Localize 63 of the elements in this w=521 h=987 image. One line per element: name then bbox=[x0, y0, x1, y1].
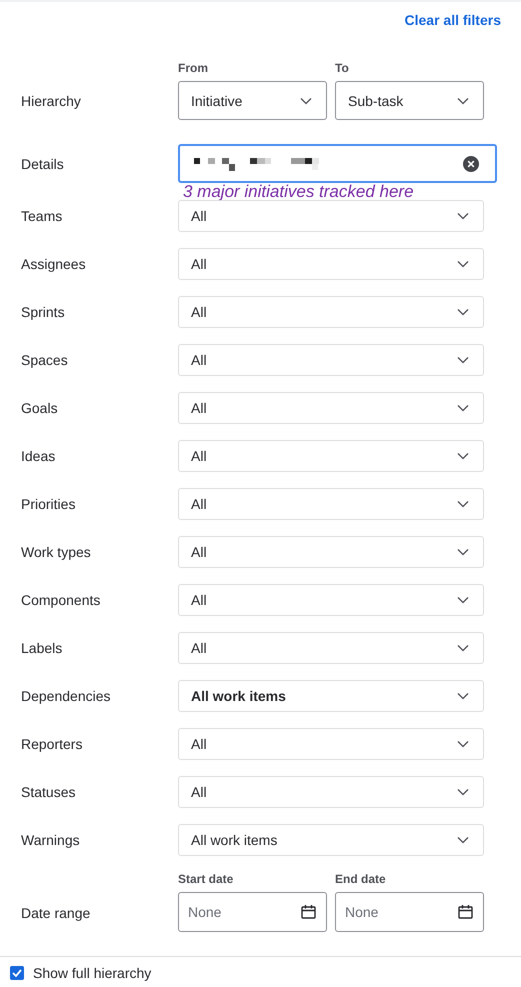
field-caption: End date bbox=[335, 872, 387, 886]
field-label: Teams bbox=[21, 208, 64, 224]
field-caption: Start date bbox=[178, 872, 234, 886]
chevron-down-icon bbox=[457, 548, 469, 556]
chevron-down-icon bbox=[457, 452, 469, 460]
chevron-down-icon bbox=[300, 96, 312, 104]
field-label: Priorities bbox=[21, 496, 76, 512]
date-field[interactable]: None bbox=[335, 892, 484, 932]
calendar-icon bbox=[458, 904, 473, 919]
clear-icon[interactable] bbox=[463, 156, 479, 172]
chevron-down-icon bbox=[457, 212, 469, 220]
chevron-down-icon bbox=[457, 404, 469, 412]
filter-select[interactable]: All bbox=[178, 728, 484, 760]
field-label: Labels bbox=[21, 640, 64, 656]
field-label: Reporters bbox=[21, 736, 84, 752]
filter-select[interactable]: All bbox=[178, 776, 484, 808]
field-caption: To bbox=[335, 61, 350, 75]
chevron-down-icon bbox=[457, 96, 469, 104]
checkbox-label: Show full hierarchy bbox=[33, 965, 152, 981]
field-label: Statuses bbox=[21, 784, 76, 800]
chevron-down-icon bbox=[457, 308, 469, 316]
annotation-note: 3 major initiatives tracked here bbox=[183, 182, 414, 201]
filter-select[interactable]: All bbox=[178, 296, 484, 328]
hierarchy-select[interactable]: Initiative bbox=[178, 81, 327, 120]
filter-select[interactable]: All bbox=[178, 440, 484, 472]
field-label: Work types bbox=[21, 544, 92, 560]
field-label: Details bbox=[21, 156, 65, 172]
field-label: Spaces bbox=[21, 352, 69, 368]
chevron-down-icon bbox=[457, 356, 469, 364]
field-label: Date range bbox=[21, 905, 92, 921]
filter-select[interactable]: All bbox=[178, 632, 484, 664]
filter-select[interactable]: All bbox=[178, 584, 484, 616]
chevron-down-icon bbox=[457, 836, 469, 844]
date-field[interactable]: None bbox=[178, 892, 327, 932]
filter-select[interactable]: All bbox=[178, 488, 484, 520]
filter-select[interactable]: All bbox=[178, 344, 484, 376]
checkbox[interactable] bbox=[10, 966, 24, 980]
filter-select[interactable]: All bbox=[178, 536, 484, 568]
filter-select[interactable]: All work items bbox=[178, 680, 484, 712]
field-label: Dependencies bbox=[21, 688, 112, 704]
field-label: Hierarchy bbox=[21, 93, 82, 109]
filter-select[interactable]: All work items bbox=[178, 824, 484, 856]
clear-filters-link[interactable]: Clear all filters bbox=[404, 12, 501, 41]
calendar-icon bbox=[301, 904, 316, 919]
details-field[interactable] bbox=[178, 144, 497, 183]
filter-select[interactable]: All bbox=[178, 248, 484, 280]
chevron-down-icon bbox=[457, 740, 469, 748]
chevron-down-icon bbox=[457, 596, 469, 604]
hierarchy-select[interactable]: Sub-task bbox=[335, 81, 484, 120]
chevron-down-icon bbox=[457, 644, 469, 652]
filter-select[interactable]: All bbox=[178, 392, 484, 424]
field-label: Warnings bbox=[21, 832, 81, 848]
field-label: Ideas bbox=[21, 448, 56, 464]
field-label: Assignees bbox=[21, 256, 87, 272]
chevron-down-icon bbox=[457, 692, 469, 700]
filter-select[interactable]: All bbox=[178, 200, 484, 232]
field-label: Goals bbox=[21, 400, 59, 416]
chevron-down-icon bbox=[457, 500, 469, 508]
field-label: Components bbox=[21, 592, 102, 608]
field-caption: From bbox=[178, 61, 209, 75]
field-label: Sprints bbox=[21, 304, 66, 320]
chevron-down-icon bbox=[457, 788, 469, 796]
chevron-down-icon bbox=[457, 260, 469, 268]
